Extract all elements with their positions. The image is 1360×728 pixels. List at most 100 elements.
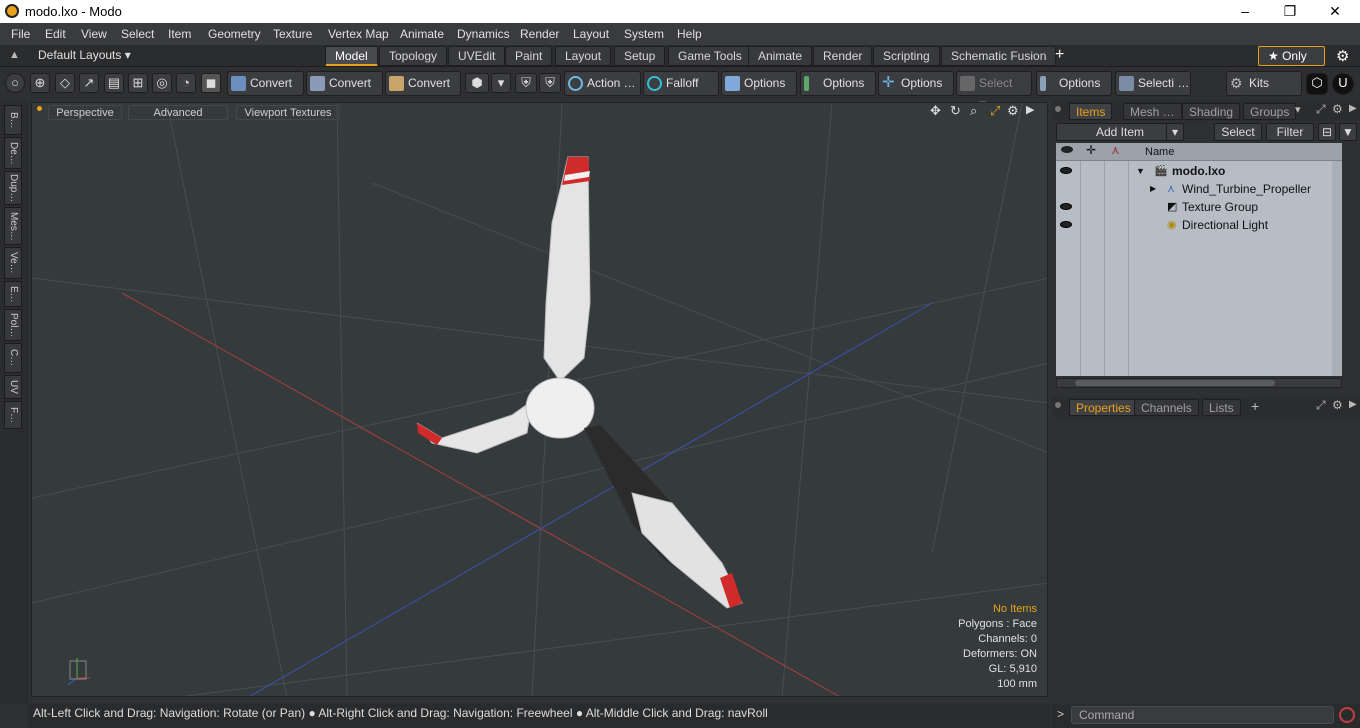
collapse-arrow-icon[interactable]: ▶ bbox=[1150, 180, 1156, 198]
left-tab-fusion[interactable]: F… bbox=[4, 401, 22, 429]
tab-lists[interactable]: Lists bbox=[1202, 399, 1241, 416]
left-tab-edge[interactable]: E… bbox=[4, 281, 22, 307]
left-tab-basic[interactable]: B… bbox=[4, 105, 22, 135]
tree-row-light[interactable]: ◉ Directional Light bbox=[1056, 216, 1342, 234]
tree-horizontal-scrollbar[interactable] bbox=[1056, 378, 1342, 388]
select-through-button[interactable]: Select T… bbox=[956, 71, 1032, 113]
select-pivot-icon[interactable]: ⊞ bbox=[128, 73, 148, 93]
viewport-settings-icon[interactable]: ⚙ bbox=[1007, 103, 1019, 119]
select-edge-icon[interactable]: ⊕ bbox=[30, 73, 50, 93]
type-column-icon[interactable]: ⋏ bbox=[1111, 143, 1120, 157]
visibility-eye-icon[interactable] bbox=[1060, 221, 1072, 228]
menu-help[interactable]: Help bbox=[677, 27, 702, 41]
panel-settings-icon[interactable]: ⚙ bbox=[1332, 398, 1343, 412]
dropdown-chevron-icon[interactable]: ▾ bbox=[491, 73, 511, 93]
snapping-options-button[interactable]: Options bbox=[800, 71, 876, 96]
zoom-icon[interactable]: ⌕ bbox=[970, 103, 977, 119]
workplane-options-button[interactable]: ✛ Options bbox=[878, 71, 954, 96]
left-tab-mesh-edit[interactable]: Mes… bbox=[4, 207, 22, 245]
funnel-filter-icon[interactable]: ▼ bbox=[1339, 123, 1357, 141]
name-column-header[interactable]: Name bbox=[1145, 146, 1174, 158]
left-tab-vertex[interactable]: Ve… bbox=[4, 247, 22, 279]
tree-row-mesh[interactable]: ▶ ⋏ Wind_Turbine_Propeller bbox=[1056, 180, 1342, 198]
menu-geometry[interactable]: Geometry bbox=[208, 27, 261, 41]
add-item-button[interactable]: Add Item bbox=[1056, 123, 1184, 141]
unreal-icon[interactable]: U bbox=[1332, 73, 1354, 95]
expand-arrow-icon[interactable]: ▼ bbox=[1136, 162, 1145, 180]
tab-topology[interactable]: Topology bbox=[379, 46, 448, 66]
tab-groups[interactable]: Groups bbox=[1243, 103, 1297, 120]
tab-schematic-fusion[interactable]: Schematic Fusion bbox=[941, 46, 1057, 66]
selection-sets-button[interactable]: Selecti … bbox=[1115, 71, 1191, 96]
falloff-button[interactable]: Falloff bbox=[643, 71, 719, 96]
collapse-icon[interactable]: ⊟ bbox=[1318, 123, 1336, 141]
tab-layout[interactable]: Layout bbox=[555, 46, 612, 66]
options-button[interactable]: Options bbox=[1036, 71, 1112, 96]
viewport-textures-button[interactable]: Viewport Textures bbox=[236, 105, 340, 120]
tab-uvedit[interactable]: UVEdit bbox=[448, 46, 506, 66]
select-center-icon[interactable]: ◎ bbox=[152, 73, 172, 93]
left-tab-polygon[interactable]: Pol… bbox=[4, 309, 22, 341]
expand-panel-icon[interactable]: ⤢ bbox=[1316, 102, 1326, 117]
lock-column-icon[interactable]: ✛ bbox=[1086, 143, 1096, 157]
convert-polygon-button[interactable]: Convert bbox=[385, 71, 461, 96]
visibility-eye-icon[interactable] bbox=[1060, 167, 1072, 174]
menu-edit[interactable]: Edit bbox=[45, 27, 66, 41]
only-toggle[interactable]: ★ Only bbox=[1258, 46, 1325, 66]
snap-icon[interactable]: ⛨ bbox=[539, 73, 561, 93]
pan-icon[interactable]: ✥ bbox=[930, 103, 941, 119]
convert-vertex-button[interactable]: Convert bbox=[227, 71, 304, 96]
advanced-button[interactable]: Advanced bbox=[128, 105, 228, 120]
menu-view[interactable]: View bbox=[81, 27, 107, 41]
3d-viewport[interactable]: Perspective Advanced Viewport Textures ✥… bbox=[31, 102, 1048, 697]
record-icon[interactable] bbox=[1339, 707, 1355, 723]
tab-render[interactable]: Render bbox=[813, 46, 873, 66]
add-item-dropdown-icon[interactable]: ▾ bbox=[1166, 123, 1184, 141]
select-vertex-icon[interactable]: ○ bbox=[5, 73, 25, 93]
add-tab-icon[interactable]: + bbox=[1055, 46, 1064, 64]
tab-model[interactable]: Model bbox=[325, 46, 378, 66]
menu-system[interactable]: System bbox=[624, 27, 664, 41]
menu-file[interactable]: File bbox=[11, 27, 30, 41]
tree-row-texture-group[interactable]: ◩ Texture Group bbox=[1056, 198, 1342, 216]
left-tab-deform[interactable]: De… bbox=[4, 137, 22, 169]
menu-render[interactable]: Render bbox=[520, 27, 559, 41]
tabs-dropdown-icon[interactable]: ▾ bbox=[1295, 103, 1301, 116]
visibility-column-icon[interactable] bbox=[1061, 146, 1073, 153]
menu-select[interactable]: Select bbox=[121, 27, 154, 41]
unity-icon[interactable]: ⬡ bbox=[1306, 73, 1328, 95]
tab-channels[interactable]: Channels bbox=[1134, 399, 1199, 416]
menu-texture[interactable]: Texture bbox=[273, 27, 312, 41]
select-material-icon[interactable]: ▤ bbox=[104, 73, 124, 93]
left-tab-duplicate[interactable]: Dup… bbox=[4, 171, 22, 205]
kits-button[interactable]: ⚙ Kits bbox=[1226, 71, 1302, 96]
layout-up-icon[interactable]: ▲ bbox=[9, 49, 20, 61]
visibility-eye-icon[interactable] bbox=[1060, 203, 1072, 210]
tab-animate[interactable]: Animate bbox=[748, 46, 813, 66]
layout-select[interactable]: Default Layouts ▾ bbox=[38, 48, 131, 62]
settings-gear-icon[interactable]: ⚙ bbox=[1336, 47, 1349, 65]
tree-row-scene[interactable]: ▼ 🎬 modo.lxo bbox=[1056, 162, 1342, 180]
expand-panel-icon[interactable]: ⤢ bbox=[1316, 398, 1326, 413]
select-item-icon[interactable]: ↗ bbox=[79, 73, 99, 93]
menu-dynamics[interactable]: Dynamics bbox=[457, 27, 510, 41]
panel-menu-icon[interactable]: ▶ bbox=[1349, 399, 1357, 410]
menu-layout[interactable]: Layout bbox=[573, 27, 609, 41]
left-tab-uv[interactable]: UV bbox=[4, 375, 22, 399]
tab-items[interactable]: Items bbox=[1069, 103, 1113, 120]
tab-paint[interactable]: Paint bbox=[505, 46, 553, 66]
convert-edge-button[interactable]: Convert bbox=[306, 71, 383, 96]
close-button[interactable]: ✕ bbox=[1312, 0, 1358, 23]
tab-properties[interactable]: Properties bbox=[1069, 399, 1138, 416]
panel-settings-icon[interactable]: ⚙ bbox=[1332, 102, 1343, 116]
add-tab-icon[interactable]: + bbox=[1251, 398, 1259, 414]
menu-animate[interactable]: Animate bbox=[400, 27, 444, 41]
tab-shading[interactable]: Shading bbox=[1182, 103, 1241, 120]
falloff-options-button[interactable]: Options bbox=[721, 71, 797, 96]
shade-icon[interactable]: ◼ bbox=[201, 73, 221, 93]
rotate-icon[interactable]: ↻ bbox=[950, 103, 961, 119]
select-button[interactable]: Select bbox=[1214, 123, 1262, 141]
command-input[interactable]: Command bbox=[1071, 706, 1334, 724]
tree-scrollbar[interactable] bbox=[1332, 161, 1342, 376]
left-tab-curve[interactable]: C… bbox=[4, 343, 22, 373]
